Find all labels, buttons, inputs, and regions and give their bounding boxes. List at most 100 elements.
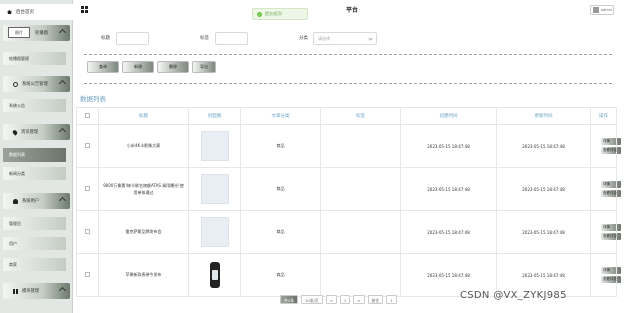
detail-button[interactable]: 详情: [601, 267, 621, 274]
image-icon: 图片: [8, 27, 30, 38]
pin-icon: [11, 128, 19, 136]
page-size-select[interactable]: 10条/页: [301, 295, 323, 304]
home-icon: [7, 10, 12, 14]
col-cover: 封面图: [188, 107, 241, 125]
row-checkbox[interactable]: [76, 167, 99, 211]
chevron-up-icon: [58, 79, 67, 88]
sidebar-item-announcement[interactable]: 系统公告: [3, 99, 66, 112]
toast-message: 提交成功!: [265, 11, 283, 16]
col-tag: 标签: [320, 107, 401, 125]
menu-label: 系统公告管理: [22, 82, 48, 87]
tag-search-input[interactable]: [215, 32, 248, 45]
grid-icon: [13, 288, 18, 294]
row-created: 2023-05-15 18:47:48: [400, 167, 497, 211]
category-select[interactable]: 请选择: [313, 32, 377, 45]
menu-label: 资讯管理: [21, 130, 39, 135]
comments-button[interactable]: 查看评论: [601, 233, 621, 240]
tag-label: 标签: [200, 36, 209, 41]
row-checkbox[interactable]: [76, 253, 99, 297]
row-actions: 详情 查看评论: [590, 210, 621, 254]
cover-image: [200, 216, 229, 247]
chevron-down-icon: [368, 36, 373, 41]
chevron-up-icon: [58, 196, 67, 205]
row-checkbox[interactable]: [76, 210, 99, 254]
divider: [84, 54, 612, 55]
row-checkbox[interactable]: [76, 124, 99, 168]
delete-button[interactable]: 删除: [157, 61, 189, 73]
watch-cover-image: [209, 262, 220, 288]
menu-modules[interactable]: 模块管理: [3, 283, 70, 299]
row-cover: [188, 167, 241, 211]
goto-label: 前往: [367, 295, 384, 304]
avatar: [593, 7, 599, 13]
row-tag: [320, 124, 401, 168]
query-button[interactable]: 查询: [87, 61, 119, 73]
user-menu[interactable]: admin: [590, 5, 614, 15]
sidebar-home-label: 后台首页: [16, 10, 34, 15]
info-icon: [13, 81, 18, 87]
sidebar-item-users[interactable]: 用户: [3, 237, 66, 250]
comments-button[interactable]: 查看评论: [601, 276, 621, 283]
comments-button[interactable]: 查看评论: [601, 147, 621, 154]
row-cover: [188, 124, 241, 168]
row-cover: [188, 210, 241, 254]
detail-button[interactable]: 详情: [601, 138, 621, 145]
sidebar-item-news-category[interactable]: 新闻分类: [3, 167, 66, 180]
sidebar-item-carousel-manage[interactable]: 轮播图管理: [3, 52, 66, 65]
row-category: 商品: [240, 210, 321, 254]
sidebar-item-merchants[interactable]: 商家: [3, 258, 66, 271]
sidebar-home-item[interactable]: 后台首页: [0, 4, 73, 20]
detail-button[interactable]: 详情: [601, 224, 621, 231]
menu-label: 模块管理: [22, 289, 40, 294]
sidebar-item-data-list[interactable]: 数据列表: [3, 148, 66, 162]
page-number-current[interactable]: 1: [339, 295, 351, 304]
menu-announcements[interactable]: 系统公告管理: [3, 76, 70, 92]
table-row: 9000万像素!徕卡联名旗舰ATAS 调用曝光!使用单体通过 商品 2023-0…: [76, 167, 621, 211]
col-created: 创建时间: [400, 107, 497, 125]
row-created: 2023-05-15 18:47:48: [400, 124, 497, 168]
category-label: 分类: [299, 36, 308, 41]
row-cover: [188, 253, 241, 297]
sidebar: 后台首页 轮播图 图片 轮播图管理 系统公告管理 系统公告 资讯管理 数据列表 …: [0, 0, 73, 313]
select-all-checkbox[interactable]: [76, 107, 99, 125]
menu-toggle-icon[interactable]: [81, 6, 88, 13]
next-page-button[interactable]: >: [353, 295, 365, 304]
title-search-input[interactable]: [116, 32, 149, 45]
row-category: 商品: [240, 124, 321, 168]
add-button[interactable]: 新增: [122, 61, 154, 73]
row-tag: [320, 253, 401, 297]
data-table: 标题 封面图 文章分类 标签 创建时间 更新时间 操作 小米4K卡影像大赛 商品…: [76, 107, 621, 297]
divider: [84, 83, 612, 84]
detail-button[interactable]: 详情: [601, 181, 621, 188]
export-button[interactable]: 导出: [192, 61, 216, 73]
goto-page-input[interactable]: 1: [386, 295, 397, 304]
comments-button[interactable]: 查看评论: [601, 190, 621, 197]
menu-label: 系统用户: [22, 199, 40, 204]
row-tag: [320, 167, 401, 211]
success-toast: ✓ 提交成功!: [252, 8, 308, 20]
row-title: 9000万像素!徕卡联名旗舰ATAS 调用曝光!使用单体通过: [98, 167, 189, 211]
col-updated: 更新时间: [496, 107, 591, 125]
check-icon: ✓: [257, 11, 262, 17]
chevron-up-icon: [58, 28, 67, 37]
menu-system-users[interactable]: 系统用户: [3, 193, 70, 209]
table-header-row: 标题 封面图 文章分类 标签 创建时间 更新时间 操作: [76, 107, 617, 125]
row-actions: 详情 查看评论: [590, 167, 621, 211]
row-updated: 2023-05-15 18:47:48: [496, 167, 591, 211]
menu-news[interactable]: 资讯管理: [3, 124, 70, 140]
row-title: 苹果新款表带今发布: [98, 253, 189, 297]
pagination: 共4条 10条/页 < 1 > 前往 1: [280, 295, 397, 304]
menu-label: 轮播图: [35, 31, 48, 36]
category-select-value: 请选择: [318, 36, 330, 41]
row-updated: 2023-05-15 18:47:48: [496, 124, 591, 168]
row-actions: 详情 查看评论: [590, 253, 621, 297]
username: admin: [601, 8, 612, 12]
prev-page-button[interactable]: <: [325, 295, 337, 304]
row-tag: [320, 210, 401, 254]
row-actions: 详情 查看评论: [590, 124, 621, 168]
row-category: 商品: [240, 253, 321, 297]
sidebar-item-admin[interactable]: 管理员: [3, 217, 66, 230]
list-title: 数据列表: [80, 95, 106, 103]
table-row: 雷克萨斯品牌发布会 商品 2023-05-15 18:47:48 2023-05…: [76, 210, 621, 254]
site-title: 平台: [346, 7, 359, 14]
